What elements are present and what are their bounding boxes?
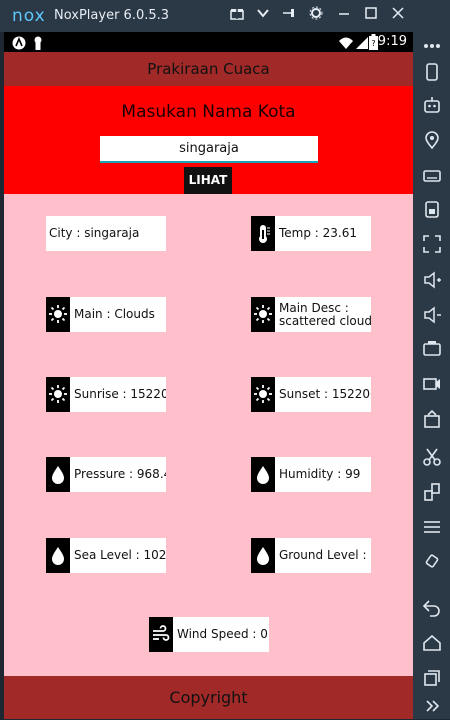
main-desc-text: Main Desc : scattered clouds xyxy=(279,300,371,328)
sunset-card: Sunset : 1522060 xyxy=(251,377,371,412)
main-text: Main : Clouds xyxy=(74,307,155,321)
keyboard-icon[interactable] xyxy=(422,166,442,186)
android-status-bar: ? 9:19 xyxy=(4,32,413,52)
pressure-card: Pressure : 968.44 xyxy=(46,457,166,492)
city-card: City : singaraja xyxy=(46,216,166,251)
gear-icon[interactable] xyxy=(305,5,327,27)
battery-icon: ? xyxy=(369,34,378,54)
pin-icon[interactable] xyxy=(278,5,300,27)
svg-text:?: ? xyxy=(371,39,375,48)
gift-icon[interactable] xyxy=(226,5,248,27)
app-toolbar-title: Prakiraan Cuaca xyxy=(4,52,413,86)
main-desc-card: Main Desc : scattered clouds xyxy=(251,297,371,332)
phone-icon[interactable] xyxy=(422,62,442,82)
shake-icon[interactable] xyxy=(422,551,442,571)
humidity-text: Humidity : 99 xyxy=(279,467,361,481)
sea-level-card: Sea Level : 1023.4 xyxy=(46,538,166,573)
back-icon[interactable] xyxy=(422,598,442,618)
lihat-button[interactable]: LIHAT xyxy=(184,167,232,194)
sunrise-text: Sunrise : 1522016 xyxy=(74,387,166,401)
status-time: 9:19 xyxy=(377,34,407,49)
collapse-icon[interactable] xyxy=(422,696,442,716)
drop-icon xyxy=(46,538,70,573)
scissors-icon[interactable] xyxy=(422,447,442,467)
main-card: Main : Clouds xyxy=(46,297,166,332)
sun-icon xyxy=(251,377,275,412)
sunset-text: Sunset : 1522060 xyxy=(279,387,371,401)
wind-icon xyxy=(149,617,173,652)
fullscreen-icon[interactable] xyxy=(422,234,442,254)
sun-icon xyxy=(46,377,70,412)
ground-level-card: Ground Level : 968 xyxy=(251,538,371,573)
temp-text: Temp : 23.61 xyxy=(279,226,358,240)
close-icon[interactable] xyxy=(387,5,409,27)
wind-speed-card: Wind Speed : 0.72 xyxy=(149,617,269,652)
sunrise-card: Sunrise : 1522016 xyxy=(46,377,166,412)
emulator-sidebar xyxy=(413,32,450,719)
more-icon[interactable] xyxy=(422,36,442,56)
home-icon[interactable] xyxy=(422,633,442,653)
thermometer-icon xyxy=(251,216,275,251)
window-title: NoxPlayer 6.0.5.3 xyxy=(54,8,170,23)
drop-icon xyxy=(251,457,275,492)
city-text: City : singaraja xyxy=(49,226,140,240)
city-input[interactable] xyxy=(100,136,318,163)
minimize-icon[interactable] xyxy=(333,5,355,27)
temp-card: Temp : 23.61 xyxy=(251,216,371,251)
city-prompt: Masukan Nama Kota xyxy=(121,102,296,122)
emulator-titlebar: nox NoxPlayer 6.0.5.3 xyxy=(0,0,450,32)
video-icon[interactable] xyxy=(422,374,442,394)
drop-icon xyxy=(46,457,70,492)
footer-copyright: Copyright xyxy=(4,676,413,719)
volume-down-icon[interactable] xyxy=(422,305,442,325)
recent-apps-icon[interactable] xyxy=(422,668,442,688)
location-icon[interactable] xyxy=(422,130,442,150)
save-icon[interactable] xyxy=(422,199,442,219)
drop-icon xyxy=(251,538,275,573)
maximize-icon[interactable] xyxy=(360,5,382,27)
screenshot-icon[interactable] xyxy=(422,338,442,358)
menu-icon[interactable] xyxy=(422,517,442,537)
apk-icon[interactable] xyxy=(422,409,442,429)
wind-speed-text: Wind Speed : 0.72 xyxy=(177,627,269,641)
app-screen: Prakiraan Cuaca Masukan Nama Kota LIHAT … xyxy=(4,52,413,719)
pressure-text: Pressure : 968.44 xyxy=(74,467,166,481)
nox-logo: nox xyxy=(12,6,46,26)
robot-icon[interactable] xyxy=(422,95,442,115)
volume-up-icon[interactable] xyxy=(422,270,442,290)
ground-level-text: Ground Level : 968 xyxy=(279,548,371,562)
sun-icon xyxy=(251,297,275,332)
multi-window-icon[interactable] xyxy=(422,482,442,502)
sea-level-text: Sea Level : 1023.4 xyxy=(74,548,166,562)
humidity-card: Humidity : 99 xyxy=(251,457,371,492)
sun-icon xyxy=(46,297,70,332)
chevron-down-icon[interactable] xyxy=(252,5,274,27)
search-panel: Masukan Nama Kota LIHAT xyxy=(4,86,413,194)
